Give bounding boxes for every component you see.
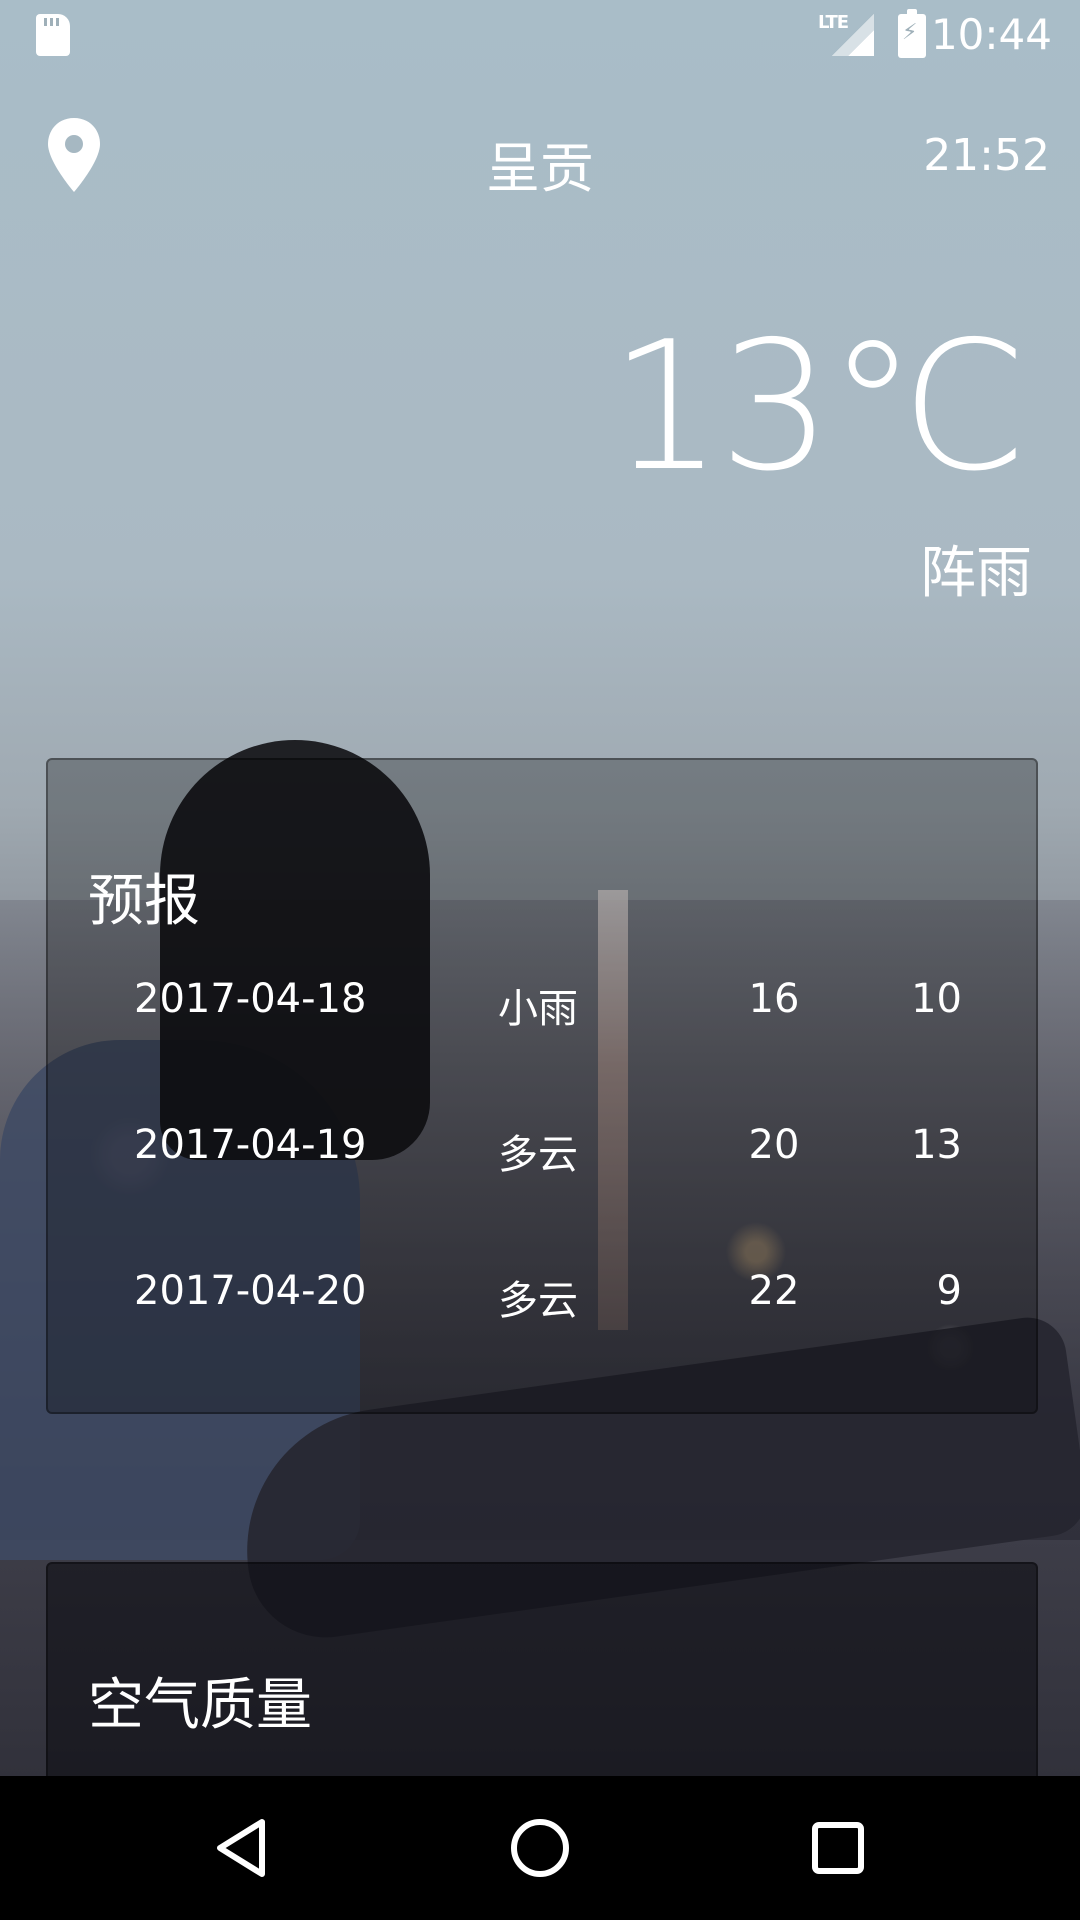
navigation-bar <box>0 1776 1080 1920</box>
sd-card-icon <box>36 14 70 56</box>
forecast-condition: 多云 <box>498 1132 578 1178</box>
forecast-condition: 小雨 <box>498 986 578 1032</box>
forecast-row: 2017-04-18 小雨 16 10 <box>134 976 962 1036</box>
forecast-row: 2017-04-20 多云 22 9 <box>134 1268 962 1328</box>
status-clock: 10:44 <box>930 10 1052 59</box>
current-condition: 阵雨 <box>920 541 1032 606</box>
recent-square-icon <box>812 1822 864 1874</box>
home-circle-icon <box>511 1819 569 1877</box>
forecast-min-temp: 9 <box>936 1268 962 1314</box>
update-time: 21:52 <box>923 130 1050 181</box>
forecast-min-temp: 13 <box>911 1122 962 1168</box>
air-quality-title: 空气质量 <box>88 1673 312 1738</box>
back-button[interactable] <box>206 1812 278 1884</box>
battery-charging-icon <box>898 9 926 58</box>
status-bar: LTE 10:44 <box>0 0 1080 72</box>
city-title: 呈贡 <box>486 137 594 200</box>
forecast-date: 2017-04-18 <box>134 976 367 1022</box>
back-triangle-icon <box>217 1819 265 1877</box>
recent-apps-button[interactable] <box>802 1812 874 1884</box>
forecast-max-temp: 22 <box>748 1268 800 1314</box>
current-temperature: 13℃ <box>609 303 1028 510</box>
network-type: LTE <box>818 12 849 33</box>
forecast-condition: 多云 <box>498 1278 578 1324</box>
forecast-title: 预报 <box>88 869 200 934</box>
forecast-min-temp: 10 <box>911 976 962 1022</box>
forecast-max-temp: 16 <box>748 976 800 1022</box>
forecast-row: 2017-04-19 多云 20 13 <box>134 1122 962 1182</box>
home-button[interactable] <box>504 1812 576 1884</box>
forecast-max-temp: 20 <box>748 1122 800 1168</box>
forecast-date: 2017-04-20 <box>134 1268 367 1314</box>
forecast-date: 2017-04-19 <box>134 1122 367 1168</box>
